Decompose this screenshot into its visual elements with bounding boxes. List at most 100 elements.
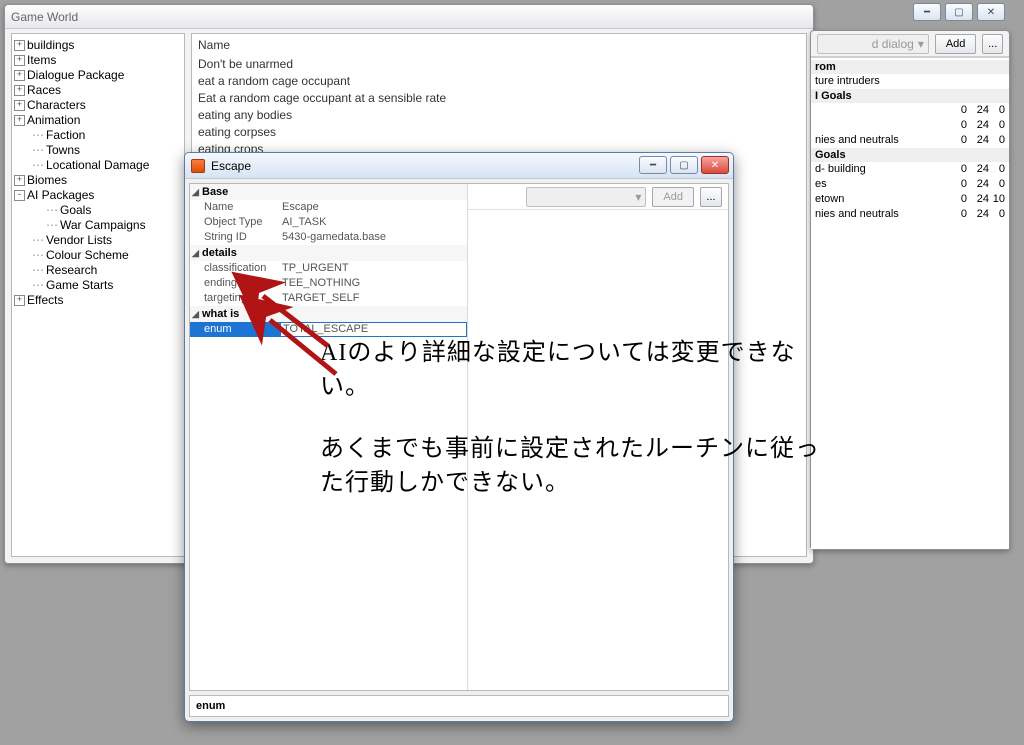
prop-val: 0 <box>949 177 969 192</box>
collapse-icon: ◢ <box>192 187 202 198</box>
prop-category[interactable]: I Goals <box>811 89 1009 103</box>
tree-item-colour-scheme[interactable]: ⋯Colour Scheme <box>14 248 182 263</box>
expand-icon[interactable]: + <box>14 295 25 306</box>
prop-category[interactable]: ◢details <box>190 245 467 261</box>
prop-val <box>949 74 969 89</box>
dialog-combo[interactable]: d dialog ▾ <box>817 34 929 54</box>
prop-val <box>969 74 991 89</box>
minimize-button[interactable]: ━ <box>913 3 941 21</box>
prop-category[interactable]: ◢what is <box>190 306 467 322</box>
tree-item-towns[interactable]: ⋯Towns <box>14 143 182 158</box>
list-item[interactable]: eating any bodies <box>198 107 800 124</box>
prop-row[interactable]: nies and neutrals0240 <box>811 207 1009 222</box>
escape-maximize-button[interactable]: ▢ <box>670 156 698 174</box>
prop-key <box>811 118 949 133</box>
tree-item-buildings[interactable]: +buildings <box>14 38 182 53</box>
chevron-down-icon: ▾ <box>918 37 924 51</box>
escape-minimize-button[interactable]: ━ <box>639 156 667 174</box>
tree-item-label: buildings <box>27 38 74 53</box>
prop-row[interactable]: Object TypeAI_TASK <box>190 215 467 230</box>
tree-item-label: Towns <box>46 143 80 158</box>
prop-row[interactable]: 0240 <box>811 103 1009 118</box>
tree-item-goals[interactable]: ⋯Goals <box>14 203 182 218</box>
game-world-titlebar[interactable]: Game World <box>5 5 813 29</box>
tree-item-research[interactable]: ⋯Research <box>14 263 182 278</box>
prop-row[interactable]: es0240 <box>811 177 1009 192</box>
prop-key: d- building <box>811 162 949 177</box>
escape-add-button[interactable]: Add <box>652 187 694 207</box>
escape-property-grid[interactable]: ◢BaseNameEscapeObject TypeAI_TASKString … <box>190 184 468 690</box>
prop-val: 24 <box>969 177 991 192</box>
tree-item-ai-packages[interactable]: -AI Packages <box>14 188 182 203</box>
tree-item-war-campaigns[interactable]: ⋯War Campaigns <box>14 218 182 233</box>
expand-icon[interactable]: + <box>14 175 25 186</box>
tree-item-items[interactable]: +Items <box>14 53 182 68</box>
prop-val: 10 <box>991 192 1009 207</box>
prop-category[interactable]: ◢Base <box>190 184 467 200</box>
tree-item-label: Game Starts <box>46 278 113 293</box>
prop-val: 0 <box>991 162 1009 177</box>
tree-item-biomes[interactable]: +Biomes <box>14 173 182 188</box>
expand-icon[interactable]: + <box>14 100 25 111</box>
list-item[interactable]: eating corpses <box>198 124 800 141</box>
expand-icon[interactable]: + <box>14 55 25 66</box>
escape-window: Escape ━ ▢ ✕ ◢BaseNameEscapeObject TypeA… <box>184 152 734 722</box>
prop-row[interactable]: ture intruders <box>811 74 1009 89</box>
prop-val: 0 <box>991 103 1009 118</box>
expand-icon[interactable]: + <box>14 40 25 51</box>
prop-val: 24 <box>969 133 991 148</box>
maximize-button[interactable]: ▢ <box>945 3 973 21</box>
tree-item-races[interactable]: +Races <box>14 83 182 98</box>
prop-row[interactable]: NameEscape <box>190 200 467 215</box>
tree-item-characters[interactable]: +Characters <box>14 98 182 113</box>
prop-key: Object Type <box>190 215 280 230</box>
prop-key <box>811 103 949 118</box>
prop-row[interactable]: classificationTP_URGENT <box>190 261 467 276</box>
list-item[interactable]: Eat a random cage occupant at a sensible… <box>198 90 800 107</box>
expand-icon[interactable]: + <box>14 70 25 81</box>
tree-item-locational-damage[interactable]: ⋯Locational Damage <box>14 158 182 173</box>
properties-grid[interactable]: romture intrudersI Goals02400240nies and… <box>811 57 1009 549</box>
prop-row[interactable]: String ID5430-gamedata.base <box>190 230 467 245</box>
expand-icon[interactable]: - <box>14 190 25 201</box>
tree-item-faction[interactable]: ⋯Faction <box>14 128 182 143</box>
prop-row[interactable]: enumTOTAL_ESCAPE <box>190 322 467 337</box>
ellipsis-button[interactable]: ... <box>982 34 1003 54</box>
escape-ellipsis-button[interactable]: ... <box>700 187 722 207</box>
prop-key: ture intruders <box>811 74 949 89</box>
tree-item-dialogue-package[interactable]: +Dialogue Package <box>14 68 182 83</box>
category-tree[interactable]: +buildings+Items+Dialogue Package+Races+… <box>11 33 185 557</box>
add-button[interactable]: Add <box>935 34 977 54</box>
prop-val: 0 <box>949 192 969 207</box>
tree-item-label: War Campaigns <box>60 218 146 233</box>
prop-category[interactable]: Goals <box>811 148 1009 162</box>
tree-item-vendor-lists[interactable]: ⋯Vendor Lists <box>14 233 182 248</box>
prop-row[interactable]: d- building0240 <box>811 162 1009 177</box>
prop-row[interactable]: etown02410 <box>811 192 1009 207</box>
prop-key: enum <box>190 322 280 337</box>
escape-close-button[interactable]: ✕ <box>701 156 729 174</box>
tree-item-label: Biomes <box>27 173 67 188</box>
close-button[interactable]: ✕ <box>977 3 1005 21</box>
prop-row[interactable]: 0240 <box>811 118 1009 133</box>
escape-combo[interactable]: ▾ <box>526 187 646 207</box>
expand-icon[interactable]: + <box>14 85 25 96</box>
list-item[interactable]: Don't be unarmed <box>198 56 800 73</box>
list-item[interactable]: eat a random cage occupant <box>198 73 800 90</box>
tree-item-game-starts[interactable]: ⋯Game Starts <box>14 278 182 293</box>
item-list: Don't be unarmedeat a random cage occupa… <box>198 56 800 158</box>
tree-item-animation[interactable]: +Animation <box>14 113 182 128</box>
escape-title: Escape <box>211 159 251 173</box>
tree-item-effects[interactable]: +Effects <box>14 293 182 308</box>
tree-item-label: Races <box>27 83 61 98</box>
collapse-icon: ◢ <box>192 248 202 259</box>
tree-item-label: Locational Damage <box>46 158 149 173</box>
prop-key: nies and neutrals <box>811 207 949 222</box>
prop-row[interactable]: endingTEE_NOTHING <box>190 276 467 291</box>
prop-category[interactable]: rom <box>811 60 1009 74</box>
expand-icon[interactable]: + <box>14 115 25 126</box>
app-icon <box>191 159 205 173</box>
prop-val: 24 <box>969 162 991 177</box>
prop-row[interactable]: targetingTARGET_SELF <box>190 291 467 306</box>
prop-row[interactable]: nies and neutrals0240 <box>811 133 1009 148</box>
